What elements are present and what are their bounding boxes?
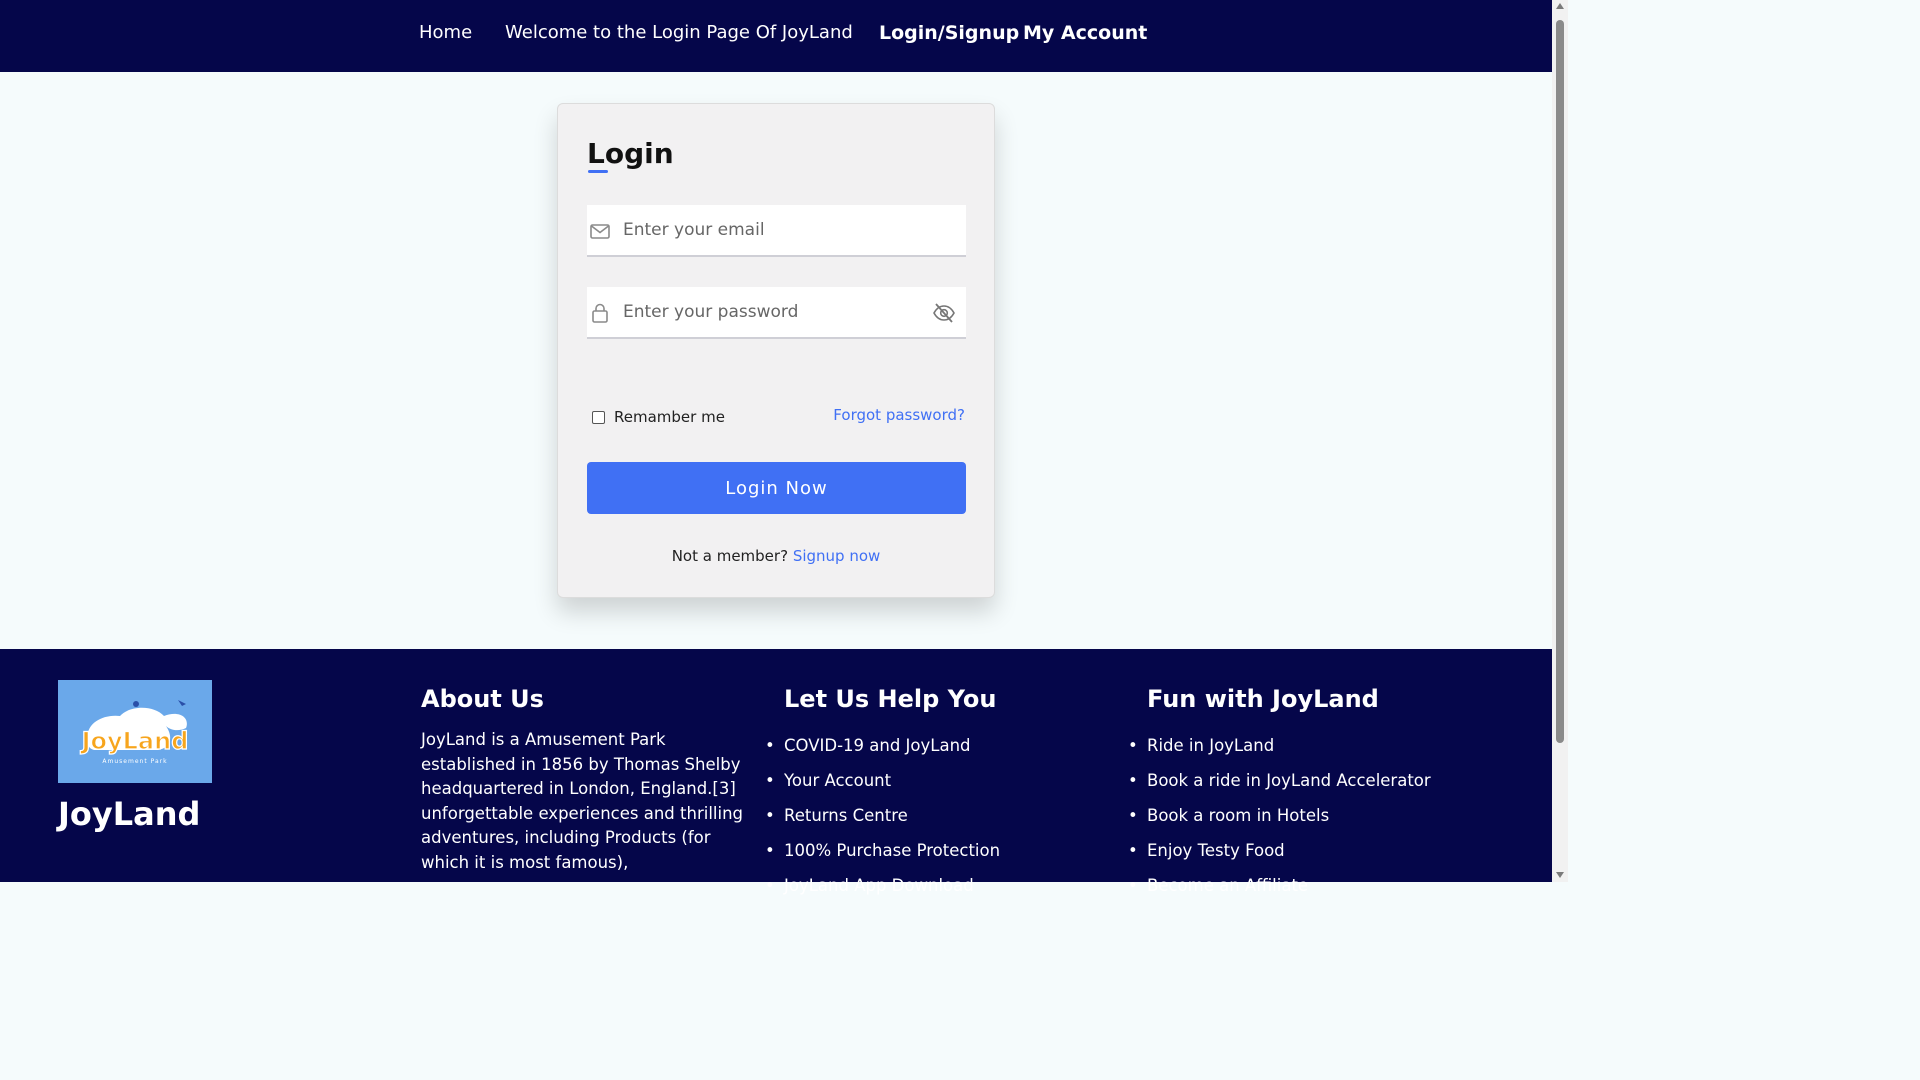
about-us-heading: About Us <box>421 685 544 713</box>
help-link-app[interactable]: JoyLand App Download <box>765 868 1000 903</box>
envelope-icon <box>590 224 610 239</box>
forgot-password-link[interactable]: Forgot password? <box>833 406 965 424</box>
scroll-down-arrow-icon[interactable] <box>1556 872 1564 878</box>
elephant-logo-icon: JoyLand Amusement Park <box>79 700 189 765</box>
eye-slash-icon[interactable] <box>932 301 956 325</box>
not-member-text: Not a member? <box>671 547 789 565</box>
remember-me-label[interactable]: Remamber me <box>614 408 725 426</box>
footer: JoyLand Amusement Park JoyLand About Us … <box>0 649 1552 903</box>
remember-me-checkbox[interactable] <box>592 410 605 424</box>
help-list: COVID-19 and JoyLand Your Account Return… <box>765 728 1000 903</box>
footer-brand: JoyLand <box>58 795 201 833</box>
fun-link-food[interactable]: Enjoy Testy Food <box>1128 833 1431 868</box>
joyland-logo[interactable]: JoyLand Amusement Park <box>58 680 212 783</box>
nav-login-signup-link[interactable]: Login/Signup <box>879 22 1019 44</box>
logo-text: JoyLand <box>80 727 189 755</box>
vertical-scrollbar[interactable] <box>1552 0 1568 882</box>
signup-now-link[interactable]: Signup now <box>793 547 880 565</box>
lock-icon <box>592 303 608 323</box>
email-input[interactable] <box>623 205 923 255</box>
remember-me: Remamber me <box>592 408 725 426</box>
help-heading: Let Us Help You <box>784 685 997 713</box>
password-field <box>587 287 966 339</box>
signup-prompt: Not a member? Signup now <box>558 547 994 565</box>
fun-link-ride[interactable]: Ride in JoyLand <box>1128 728 1431 763</box>
fun-link-hotels[interactable]: Book a room in Hotels <box>1128 798 1431 833</box>
top-navbar: Home Welcome to the Login Page Of JoyLan… <box>0 0 1552 72</box>
title-underline <box>588 170 608 173</box>
logo-subtext: Amusement Park <box>102 758 167 765</box>
email-field <box>587 205 966 257</box>
fun-list: Ride in JoyLand Book a ride in JoyLand A… <box>1128 728 1431 903</box>
nav-home-link[interactable]: Home <box>419 22 472 43</box>
scroll-up-arrow-icon[interactable] <box>1556 3 1564 9</box>
about-us-text: JoyLand is a Amusement Park established … <box>421 730 743 872</box>
fun-link-affiliate[interactable]: Become an Affiliate <box>1128 868 1431 903</box>
help-link-protection[interactable]: 100% Purchase Protection <box>765 833 1000 868</box>
help-link-account[interactable]: Your Account <box>765 763 1000 798</box>
nav-my-account-link[interactable]: My Account <box>1023 22 1147 44</box>
fun-link-accelerator[interactable]: Book a ride in JoyLand Accelerator <box>1128 763 1431 798</box>
nav-welcome-link[interactable]: Welcome to the Login Page Of JoyLand <box>505 22 853 43</box>
login-now-button[interactable]: Login Now <box>587 462 966 514</box>
login-title: Login <box>587 137 674 170</box>
help-link-covid[interactable]: COVID-19 and JoyLand <box>765 728 1000 763</box>
fun-heading: Fun with JoyLand <box>1147 685 1379 713</box>
scrollbar-thumb[interactable] <box>1556 20 1564 743</box>
password-input[interactable] <box>623 287 923 337</box>
login-card: Login Remamber me Forgot password? Login… <box>557 103 995 598</box>
help-link-returns[interactable]: Returns Centre <box>765 798 1000 833</box>
